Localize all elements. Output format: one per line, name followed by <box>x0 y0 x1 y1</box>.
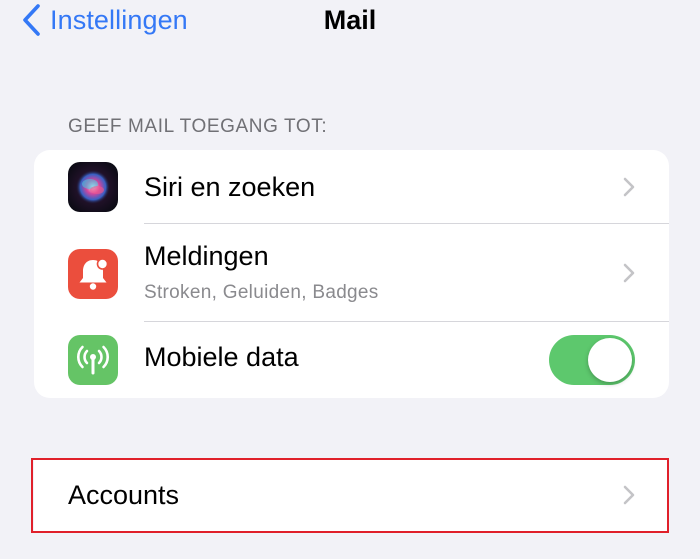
accounts-label: Accounts <box>68 480 180 510</box>
chevron-right-icon <box>623 177 635 197</box>
notifications-row[interactable]: Meldingen Stroken, Geluiden, Badges <box>34 224 669 322</box>
section-header: GEEF MAIL TOEGANG TOT: <box>68 116 328 137</box>
notifications-subtitle: Stroken, Geluiden, Badges <box>144 282 379 303</box>
siri-icon <box>68 162 118 212</box>
toggle-knob[interactable] <box>588 338 632 382</box>
mobile-data-label: Mobiele data <box>144 342 299 372</box>
page-title: Mail <box>323 5 377 35</box>
siri-search-row[interactable]: Siri en zoeken <box>34 150 669 224</box>
notifications-label: Meldingen <box>144 241 269 271</box>
mobile-data-row: Mobiele data <box>34 322 669 398</box>
cellular-antenna-icon <box>68 335 118 385</box>
chevron-right-icon <box>623 485 635 505</box>
accounts-row[interactable]: Accounts <box>34 459 669 531</box>
siri-search-label: Siri en zoeken <box>144 172 316 202</box>
navigation-bar: Instellingen Mail <box>0 0 700 44</box>
notifications-bell-icon <box>68 249 118 299</box>
mobile-data-toggle[interactable] <box>549 335 635 385</box>
access-settings-group: Siri en zoeken Meldingen Stroken, Geluid… <box>34 150 669 398</box>
chevron-right-icon <box>623 263 635 283</box>
